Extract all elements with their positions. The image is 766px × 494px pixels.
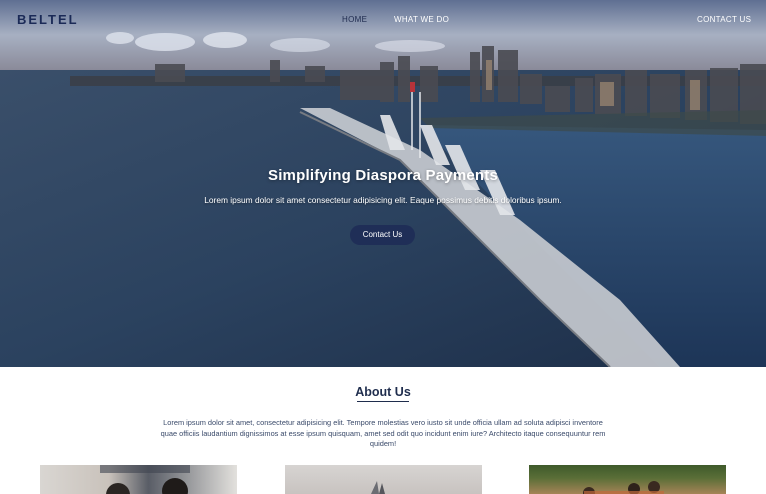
about-image-monument <box>285 465 482 494</box>
about-title: About Us <box>355 385 411 399</box>
brand-logo[interactable]: BELTEL <box>17 12 79 27</box>
nav-link-what-we-do[interactable]: WHAT WE DO <box>394 15 449 24</box>
about-image-group <box>529 465 726 494</box>
about-image-monument-graphic <box>371 481 385 494</box>
nav-link-home[interactable]: HOME <box>342 15 367 24</box>
nav-link-contact-us[interactable]: CONTACT US <box>697 15 751 24</box>
about-image-people-graphic <box>100 465 190 494</box>
hero-description: Lorem ipsum dolor sit amet consectetur a… <box>204 195 562 205</box>
top-navigation: BELTEL HOME WHAT WE DO CONTACT US <box>0 0 766 40</box>
hero-title: Simplifying Diaspora Payments <box>267 167 499 184</box>
about-image-people <box>40 465 237 494</box>
contact-us-button[interactable]: Contact Us <box>350 225 415 245</box>
hero-section: BELTEL HOME WHAT WE DO CONTACT US Simpli… <box>0 0 766 367</box>
about-image-group-graphic <box>583 481 664 494</box>
about-title-underline <box>357 401 409 402</box>
about-description: Lorem ipsum dolor sit amet, consectetur … <box>160 418 606 448</box>
